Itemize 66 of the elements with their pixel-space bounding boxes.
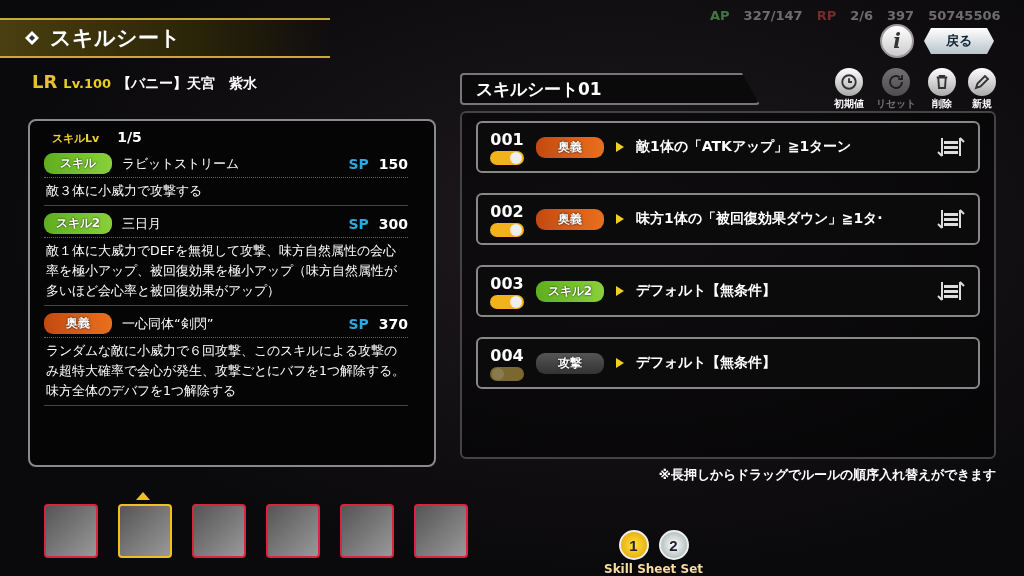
info-button[interactable]: i (880, 24, 914, 58)
skill-tag: スキル2 (536, 280, 604, 302)
skill-name: ラビットストリーム (122, 154, 240, 173)
skill-tag: スキル (44, 153, 112, 174)
rule-condition: 味方1体の「被回復効果ダウン」≧1タ· (636, 210, 884, 228)
diamond-icon (24, 30, 40, 46)
rule-row[interactable]: 001 奥義 敵1体の「ATKアップ」≧1ターン (476, 121, 980, 173)
rule-condition: デフォルト【無条件】 (636, 354, 777, 372)
rule-number: 004 (490, 345, 524, 365)
skill-tag: スキル2 (44, 213, 112, 234)
toggle-switch[interactable] (490, 150, 524, 165)
skill-level-value: 1/5 (117, 129, 142, 145)
skill-description: 敵１体に大威力でDEFを無視して攻撃、味方自然属性の会心率を極小アップ、被回復効果を極小アップ（味方自然属性が多いほど会心率と被回復効果がアップ） (44, 238, 408, 306)
skill-tag: 奥義 (536, 136, 604, 158)
rule-number: 003 (490, 273, 524, 293)
reorder-icon[interactable] (936, 280, 966, 302)
reorder-icon[interactable] (936, 208, 966, 230)
arrow-icon (616, 358, 624, 368)
skill-description: ランダムな敵に小威力で６回攻撃、このスキルによる攻撃のみ超特大確率で会心が発生、攻撃ごとにバフを1つ解除する。味方全体のデバフを1つ解除する (44, 338, 408, 406)
refresh-icon (887, 72, 905, 91)
rule-condition: 敵1体の「ATKアップ」≧1ターン (636, 138, 853, 156)
rule-number: 002 (490, 201, 524, 221)
rule-condition: デフォルト【無条件】 (636, 282, 777, 300)
page-button[interactable]: 2 (658, 530, 689, 560)
skill-name: 三日月 (122, 214, 162, 233)
character-portrait[interactable] (118, 504, 172, 558)
rule-number: 001 (490, 129, 524, 149)
sp-label: SP (348, 155, 369, 172)
toggle-switch[interactable] (490, 222, 524, 237)
set-label: Skill Sheet Set (604, 562, 704, 576)
skill-tag: 攻撃 (536, 352, 604, 374)
sp-label: SP (348, 215, 369, 232)
level-label: Lv.100 (63, 76, 112, 91)
reorder-icon[interactable] (936, 136, 966, 158)
sp-value: 150 (378, 155, 408, 172)
rule-row[interactable]: 003 スキル2 デフォルト【無条件】 (476, 265, 980, 317)
arrow-icon (616, 142, 624, 152)
sp-value: 300 (378, 215, 408, 232)
arrow-icon (616, 214, 624, 224)
toggle-switch[interactable] (490, 294, 524, 309)
rp-value: 2/6 (850, 8, 873, 23)
reorder-hint: ※長押しからドラッグでルールの順序入れ替えができます (657, 467, 996, 484)
back-button[interactable]: 戻る (924, 28, 994, 54)
skill-description: 敵３体に小威力で攻撃する (44, 178, 408, 206)
page-title: スキルシート (50, 25, 181, 52)
ap-label: AP (710, 8, 730, 23)
character-name: 【バニー】天宮 紫水 (117, 75, 258, 93)
page-button[interactable]: 1 (618, 530, 649, 560)
sp-value: 370 (378, 315, 408, 332)
rule-row[interactable]: 002 奥義 味方1体の「被回復効果ダウン」≧1タ· (476, 193, 980, 245)
pencil-icon (973, 72, 991, 91)
gem-count: 397 (887, 8, 915, 23)
sheet-title: スキルシート01 (460, 73, 760, 105)
rule-row[interactable]: 004 攻撃 デフォルト【無条件】 (476, 337, 980, 389)
rarity-label: LR (32, 71, 58, 92)
coin-count: 50745506 (928, 8, 1001, 23)
toggle-switch[interactable] (490, 366, 524, 381)
arrow-icon (616, 286, 624, 296)
skill-tag: 奥義 (44, 313, 112, 334)
ap-value: 327/147 (743, 8, 803, 23)
skill-name: 一心同体“剣閃” (122, 314, 215, 333)
sp-label: SP (348, 315, 369, 332)
skill-level-label: スキルLv (52, 131, 100, 146)
clock-icon (840, 72, 858, 91)
skill-tag: 奥義 (536, 208, 604, 230)
rp-label: RP (816, 8, 837, 23)
